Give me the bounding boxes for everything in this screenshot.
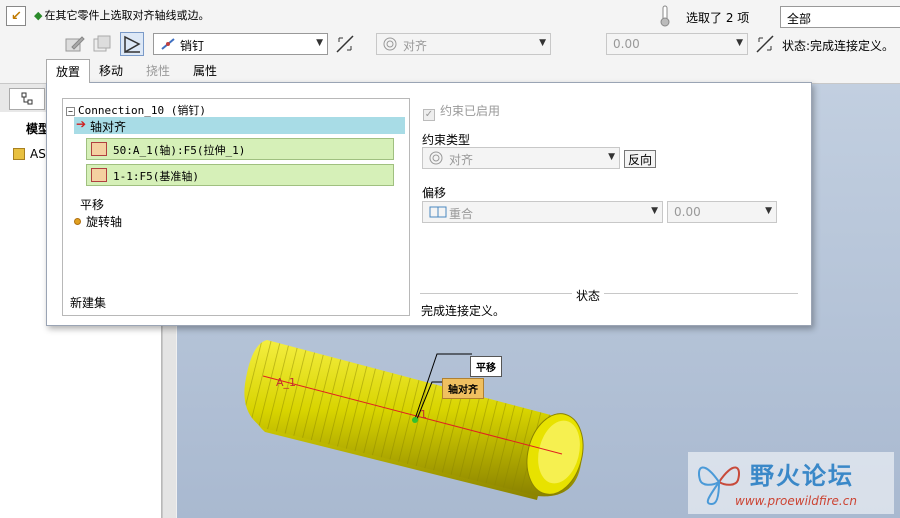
datum-axis-label-a1[interactable]: A_1 (276, 376, 296, 389)
align-constraint-icon (383, 37, 397, 51)
axis-reference-icon (91, 168, 107, 182)
tab-placement[interactable]: 放置 (46, 59, 91, 83)
constraint-enabled-label: 约束已启用 (440, 104, 501, 118)
swap-reference-button[interactable] (334, 33, 356, 55)
reference-1[interactable]: 50:A_1(轴):F5(拉伸_1) (86, 138, 394, 160)
tree-item-label: AS (30, 147, 46, 161)
axial-alignment-tag[interactable]: 轴对齐 (442, 378, 484, 399)
chevron-down-icon: ▼ (651, 206, 658, 216)
offset-value-text: 0.00 (613, 37, 640, 51)
arrow-right-icon: ➔ (76, 117, 87, 131)
chevron-down-icon: ▼ (736, 38, 743, 48)
offset-value-field: 0.00 ▼ (667, 201, 777, 223)
chevron-down-icon: ▼ (608, 152, 615, 162)
tree-item-assembly[interactable]: AS (13, 147, 46, 161)
component-placement-icon: ↙ (6, 6, 26, 26)
collapse-icon: − (66, 107, 75, 116)
tab-flexibility: 挠性 (146, 64, 171, 78)
status-title: 状态 (572, 287, 605, 304)
copy-icon (93, 35, 111, 52)
pencil-icon (65, 36, 85, 52)
connection-icon (124, 35, 141, 54)
reference-2-label: 1-1:F5(基准轴) (113, 170, 199, 183)
watermark-url: www.proewildfire.cn (735, 494, 857, 508)
dashboard-status: 状态:完成连接定义。 (782, 39, 895, 53)
chevron-down-icon: ▼ (539, 38, 546, 48)
tree-node-rotation-axis[interactable]: 旋转轴 (74, 213, 122, 230)
prompt-text: 在其它零件上选取对齐轴线或边。 (44, 9, 210, 22)
tab-properties[interactable]: 属性 (184, 59, 226, 81)
connection-type-select[interactable]: 销钉 ▼ (153, 33, 328, 55)
datum-axis-label[interactable]: 1 (420, 408, 427, 421)
panel-scrollbar[interactable] (162, 318, 176, 518)
flip-button[interactable]: 反向 (624, 150, 657, 168)
offset-label: 偏移 (422, 186, 447, 200)
tab-move[interactable]: 移动 (90, 59, 132, 81)
constraint-type-select[interactable]: 对齐 ▼ (376, 33, 551, 55)
selection-count: 选取了 2 项 (686, 11, 750, 25)
reference-1-label: 50:A_1(轴):F5(拉伸_1) (113, 144, 246, 157)
status-dot-icon (74, 218, 81, 225)
status-divider (420, 293, 798, 294)
rotation-axis-label: 旋转轴 (86, 215, 123, 229)
user-defined-connection-button[interactable] (120, 32, 144, 56)
chevron-down-icon: ▼ (316, 38, 323, 48)
flip-direction-button[interactable] (754, 33, 776, 55)
tree-node-connection[interactable]: − Connection_10 (销钉) (66, 102, 206, 118)
coincident-icon (429, 206, 447, 218)
offset-value-field-text: 0.00 (674, 205, 701, 219)
assembly-icon (13, 148, 25, 160)
model-tree-tab[interactable] (9, 88, 45, 110)
axial-label: 轴对齐 (90, 120, 127, 134)
constraint-type-value: 对齐 (403, 39, 428, 53)
selection-filter-select[interactable]: 全部 (780, 6, 900, 28)
tree-icon (21, 92, 33, 105)
prompt-message: ◆ 在其它零件上选取对齐轴线或边。 (34, 7, 209, 23)
tree-node-axial-alignment[interactable]: ➔ 轴对齐 (74, 117, 405, 134)
chevron-down-icon: ▼ (765, 206, 772, 216)
constraint-type-dropdown: 对齐 ▼ (422, 147, 620, 169)
reference-2[interactable]: 1-1:F5(基准轴) (86, 164, 394, 186)
offset-type-value: 重合 (449, 207, 474, 221)
checkbox-checked-icon: ✓ (423, 109, 435, 121)
new-set-link[interactable]: 新建集 (70, 294, 106, 311)
pin-connection-icon (161, 38, 175, 50)
offset-value-input[interactable]: 0.00 ▼ (606, 33, 748, 55)
swap-icon (336, 35, 354, 53)
translation-tag[interactable]: 平移 (470, 356, 502, 377)
flip-icon (756, 35, 774, 53)
constraint-enabled-checkbox: ✓ 约束已启用 (423, 102, 500, 121)
offset-type-dropdown: 重合 ▼ (422, 201, 663, 223)
edit-constraint-button[interactable] (62, 32, 86, 56)
progress-thermometer-icon (660, 5, 670, 27)
constraint-type-dropdown-value: 对齐 (449, 153, 474, 167)
constraint-type-label: 约束类型 (422, 133, 471, 147)
status-message: 完成连接定义。 (421, 304, 506, 318)
align-constraint-icon (429, 151, 443, 165)
connection-type-value: 销钉 (180, 39, 205, 53)
axis-reference-icon (91, 142, 107, 156)
tree-node-translation[interactable]: 平移 (80, 196, 104, 213)
watermark-title: 野火论坛 (750, 462, 854, 490)
connection-label: Connection_10 (销钉) (78, 104, 206, 117)
prompt-arrow-icon: ◆ (34, 9, 43, 22)
copy-component-button[interactable] (90, 32, 114, 56)
